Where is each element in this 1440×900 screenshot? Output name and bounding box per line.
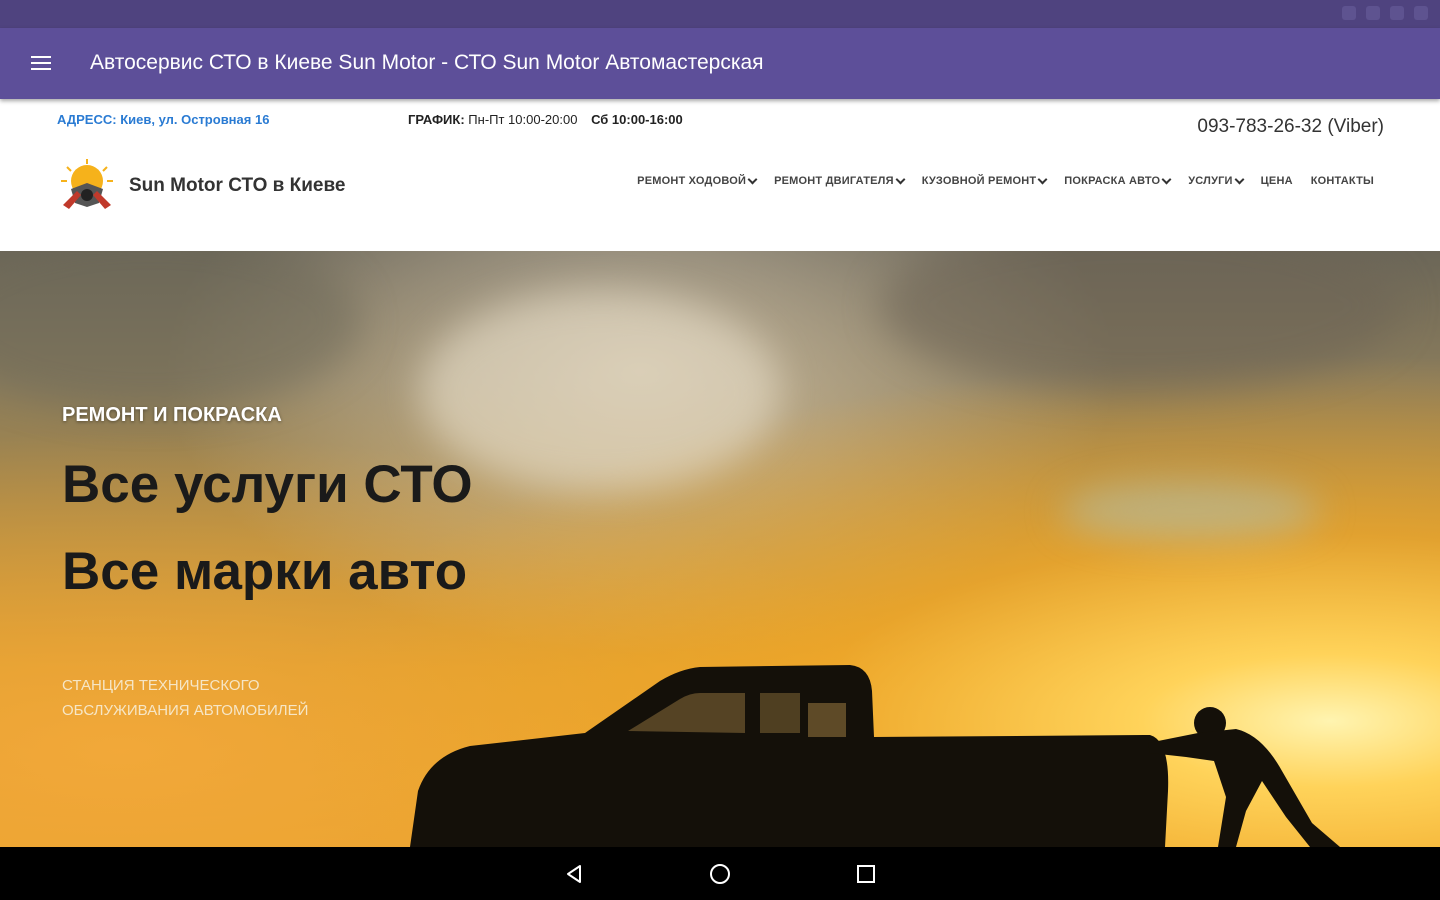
system-navigation-bar xyxy=(0,847,1440,900)
nav-item-label: УСЛУГИ xyxy=(1188,175,1233,187)
chevron-down-icon xyxy=(895,174,906,184)
status-bar xyxy=(0,0,1440,28)
app-title: Автосервис СТО в Киеве Sun Motor - СТО S… xyxy=(90,51,764,74)
nav-item-contacts[interactable]: КОНТАКТЫ xyxy=(1311,175,1374,187)
main-nav: РЕМОНТ ХОДОВОЙ РЕМОНТ ДВИГАТЕЛЯ КУЗОВНОЙ… xyxy=(637,174,1374,187)
hamburger-icon xyxy=(31,56,51,70)
back-icon xyxy=(567,864,581,883)
wifi-icon xyxy=(1366,6,1380,20)
menu-button[interactable] xyxy=(24,46,58,80)
clock-icon xyxy=(1414,6,1428,20)
nav-item-label: КУЗОВНОЙ РЕМОНТ xyxy=(921,175,1037,187)
nav-item-label: РЕМОНТ ХОДОВОЙ xyxy=(637,175,747,187)
chevron-down-icon xyxy=(1161,174,1172,184)
schedule-saturday: Сб 10:00-16:00 xyxy=(591,112,683,127)
chevron-down-icon xyxy=(1037,174,1048,184)
schedule-label: ГРАФИК: xyxy=(408,112,465,127)
hero-title-line-1: Все услуги СТО xyxy=(62,455,473,514)
nav-item-label: ЦЕНА xyxy=(1260,175,1293,187)
logo-text: Sun Motor СТО в Киеве xyxy=(129,175,346,196)
recents-button[interactable] xyxy=(851,859,881,889)
nav-item-engine-repair[interactable]: РЕМОНТ ДВИГАТЕЛЯ xyxy=(774,174,906,187)
signal-icon xyxy=(1342,6,1356,20)
chevron-down-icon xyxy=(747,174,758,184)
app-bar: Автосервис СТО в Киеве Sun Motor - СТО S… xyxy=(0,28,1440,99)
battery-icon xyxy=(1390,6,1404,20)
address-link[interactable]: АДРЕСС: Киев, ул. Островная 16 xyxy=(57,112,269,127)
site-header: АДРЕСС: Киев, ул. Островная 16 ГРАФИК: П… xyxy=(0,99,1440,251)
nav-item-car-painting[interactable]: ПОКРАСКА АВТО xyxy=(1064,174,1172,187)
site-logo[interactable]: Sun Motor СТО в Киеве xyxy=(57,159,345,213)
schedule: ГРАФИК: Пн-Пт 10:00-20:00 Сб 10:00-16:00 xyxy=(408,112,683,127)
back-button[interactable] xyxy=(559,859,589,889)
schedule-weekdays: Пн-Пт 10:00-20:00 xyxy=(468,112,578,127)
nav-item-label: ПОКРАСКА АВТО xyxy=(1064,175,1161,187)
nav-item-chassis-repair[interactable]: РЕМОНТ ХОДОВОЙ xyxy=(637,174,758,187)
nav-item-price[interactable]: ЦЕНА xyxy=(1261,175,1293,187)
recents-icon xyxy=(857,864,875,883)
hero-banner: РЕМОНТ И ПОКРАСКА Все услуги СТО Все мар… xyxy=(0,251,1440,847)
sun-motor-logo-icon xyxy=(61,159,113,209)
nav-item-services[interactable]: УСЛУГИ xyxy=(1188,174,1245,187)
nav-item-label: РЕМОНТ ДВИГАТЕЛЯ xyxy=(774,175,894,187)
phone-link[interactable]: 093-783-26-32 (Viber) xyxy=(1197,116,1384,138)
hero-subtitle: СТАНЦИЯ ТЕХНИЧЕСКОГО ОБСЛУЖИВАНИЯ АВТОМО… xyxy=(62,677,309,719)
hero-title-line-2: Все марки авто xyxy=(62,542,468,601)
nav-item-label: КОНТАКТЫ xyxy=(1310,175,1374,187)
chevron-down-icon xyxy=(1234,174,1245,184)
hero-kicker: РЕМОНТ И ПОКРАСКА xyxy=(62,404,282,426)
home-button[interactable] xyxy=(705,859,735,889)
nav-item-body-repair[interactable]: КУЗОВНОЙ РЕМОНТ xyxy=(921,174,1048,187)
web-view[interactable]: АДРЕСС: Киев, ул. Островная 16 ГРАФИК: П… xyxy=(0,99,1440,847)
status-icons xyxy=(1342,6,1428,20)
home-icon xyxy=(710,863,730,884)
